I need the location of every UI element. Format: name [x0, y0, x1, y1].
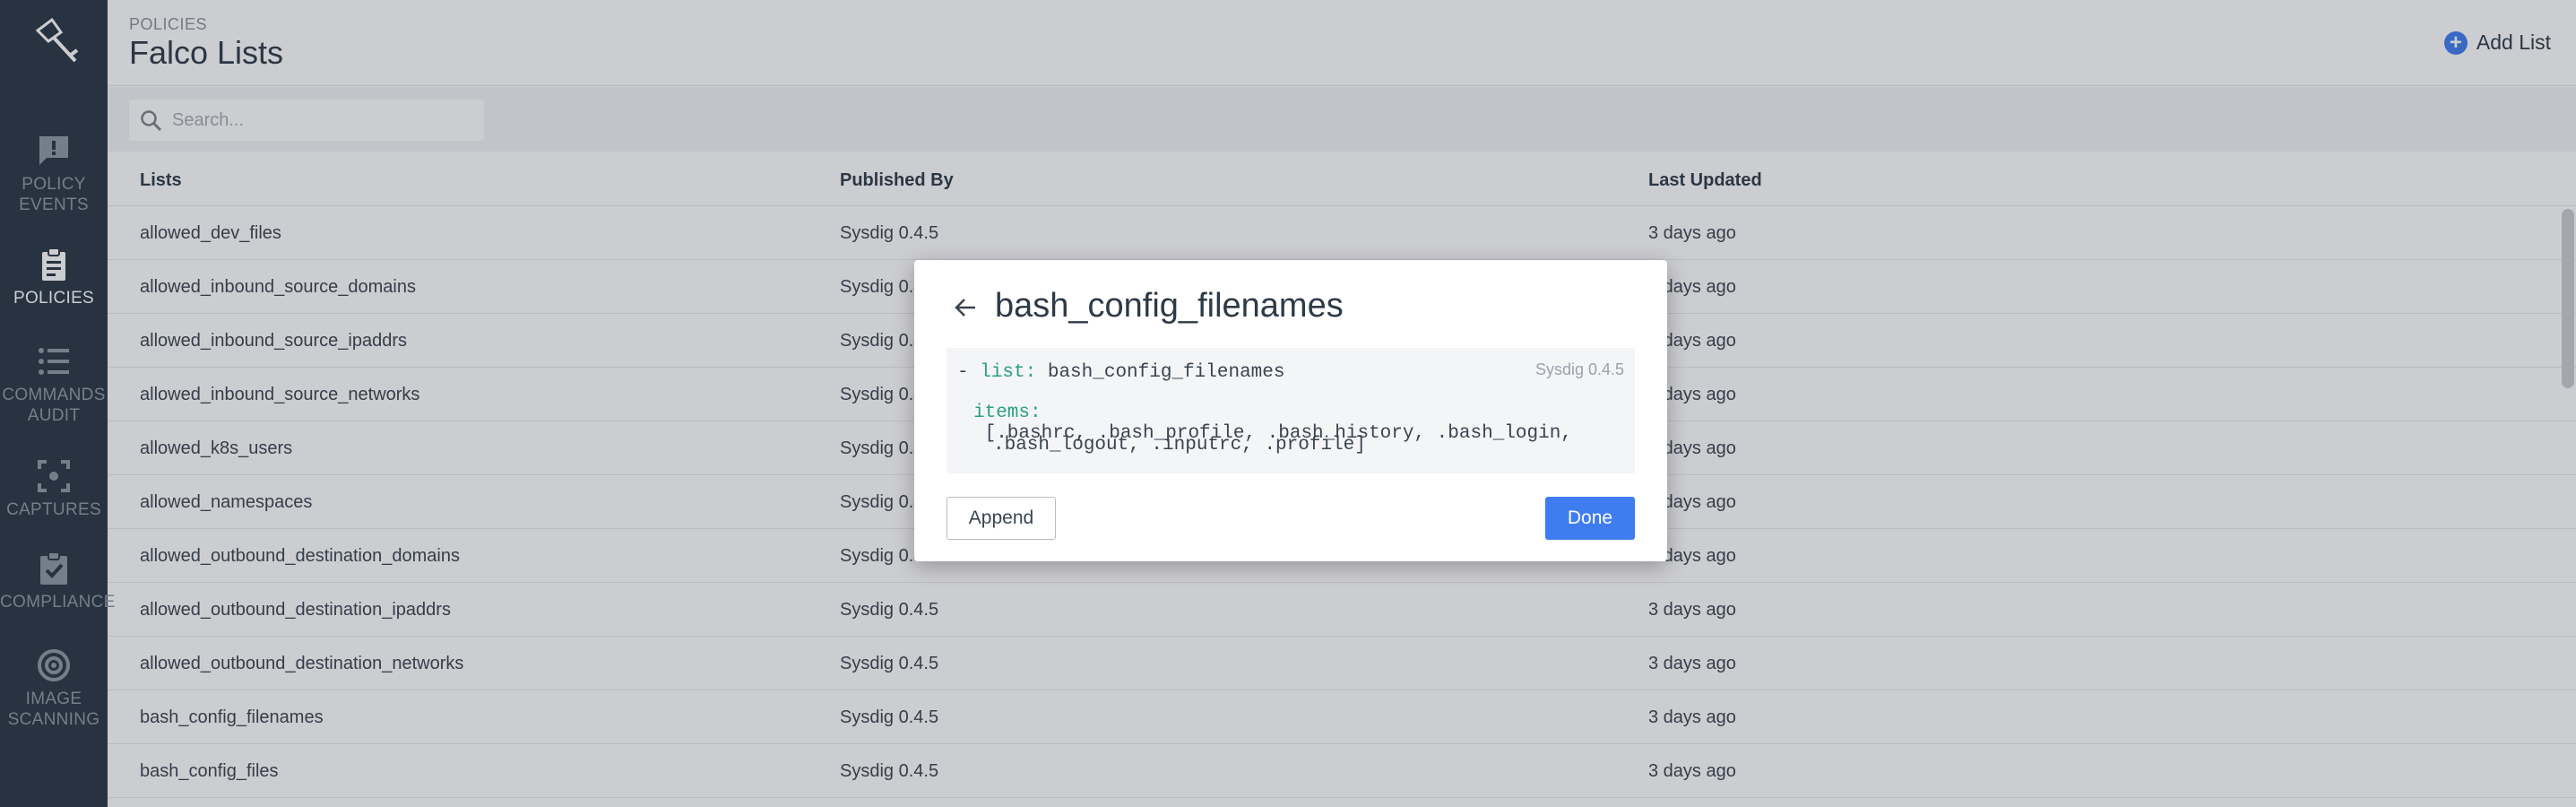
back-arrow-icon[interactable]: [952, 294, 979, 321]
yaml-line-items-cont: .bash_logout, .inputrc, .profile]: [993, 435, 1366, 456]
yaml-line-list: - list: bash_config_filenames: [957, 362, 1284, 383]
yaml-key-items: items:: [973, 403, 1042, 423]
append-button[interactable]: Append: [947, 497, 1056, 540]
yaml-key-list: list:: [980, 362, 1037, 383]
list-detail-modal: bash_config_filenames - list: bash_confi…: [914, 260, 1667, 561]
yaml-value-list: bash_config_filenames: [1036, 362, 1285, 383]
done-button[interactable]: Done: [1545, 497, 1635, 540]
modal-title: bash_config_filenames: [995, 287, 1344, 325]
published-by-badge: Sysdig 0.4.5: [1534, 360, 1624, 378]
yaml-dash: -: [957, 362, 981, 383]
list-yaml-code: - list: bash_config_filenames items: [.b…: [947, 348, 1635, 473]
